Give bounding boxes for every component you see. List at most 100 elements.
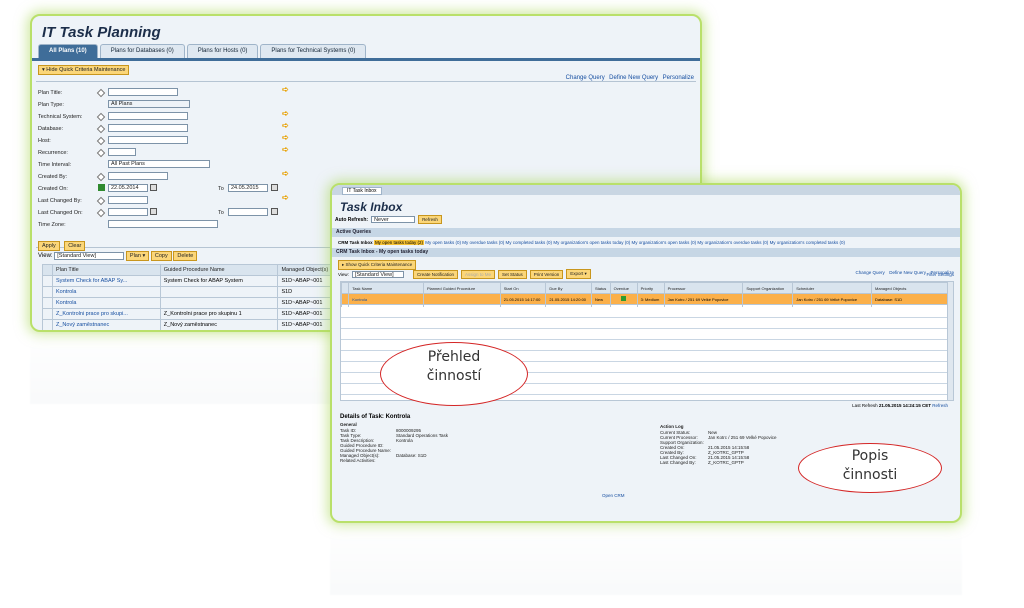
- time-interval-select[interactable]: All Past Plans: [108, 160, 210, 168]
- plan-title-link[interactable]: System Check for ABAP Sy...: [52, 275, 161, 287]
- created-on-from-input[interactable]: 22.05.2014: [108, 184, 148, 192]
- tab-databases[interactable]: Plans for Databases (0): [99, 44, 185, 58]
- col-status[interactable]: Status: [590, 282, 611, 294]
- delete-button[interactable]: Delete: [173, 251, 198, 261]
- row-selector[interactable]: [42, 275, 53, 287]
- col-processor[interactable]: Processor: [663, 282, 744, 294]
- tab-it-task-inbox[interactable]: IT Task Inbox: [342, 187, 382, 195]
- view-select[interactable]: [Standard View]: [351, 270, 404, 278]
- table-row[interactable]: Kontrola S1D: [42, 286, 352, 298]
- plan-title-link[interactable]: Kontrola: [52, 297, 161, 309]
- table-row[interactable]: Kontrola 21.05.2015 14:17:00 21.05.2015 …: [341, 293, 953, 305]
- table-row[interactable]: System Check for ABAP Sy... System Check…: [42, 275, 352, 287]
- clear-button[interactable]: Clear: [64, 241, 86, 251]
- calendar-icon[interactable]: [271, 208, 278, 215]
- set-status-button[interactable]: Set Status: [497, 269, 527, 279]
- tab-technical-systems[interactable]: Plans for Technical Systems (0): [260, 44, 367, 58]
- col-managed-objects[interactable]: Managed Objects: [871, 282, 953, 294]
- tab-all-plans[interactable]: All Plans (10): [38, 44, 98, 58]
- calendar-icon[interactable]: [271, 184, 278, 191]
- table-row[interactable]: Z_Kontrolni prace pro skupi... Z_Kontrol…: [42, 308, 352, 320]
- selection-icon[interactable]: [96, 196, 106, 206]
- table-row[interactable]: Z_Nový zaměstnanec Z_Nový zaměstnanec S1…: [42, 319, 352, 330]
- col-support-organization[interactable]: Support Organization: [742, 282, 794, 294]
- change-query-link[interactable]: Change Query: [566, 75, 605, 81]
- create-notification-button[interactable]: Create Notification: [412, 269, 458, 279]
- between-icon[interactable]: [98, 184, 105, 191]
- table-row[interactable]: Kontrola S1D~ABAP~001: [42, 297, 352, 309]
- refresh-button[interactable]: Refresh: [418, 215, 442, 224]
- select-all-cell[interactable]: [341, 282, 350, 294]
- apply-button[interactable]: Apply: [38, 241, 60, 251]
- query-open[interactable]: My open tasks (0): [425, 240, 461, 245]
- more-arrow-icon[interactable]: ➪: [282, 133, 289, 142]
- col-plan-title[interactable]: Plan Title: [52, 264, 161, 276]
- query-org-completed[interactable]: My organization's completed tasks (0): [770, 240, 845, 245]
- query-open-today[interactable]: My open tasks today (2): [373, 240, 424, 245]
- filter-settings-link[interactable]: Filter Settings: [926, 272, 954, 277]
- selection-icon[interactable]: [96, 88, 106, 98]
- col-due-by[interactable]: Due By: [545, 282, 592, 294]
- query-org-open[interactable]: My organization's open tasks (0): [632, 240, 697, 245]
- last-changed-by-input[interactable]: [108, 196, 148, 204]
- print-version-button[interactable]: Print Version: [529, 269, 564, 279]
- define-new-query-link[interactable]: Define New Query: [609, 75, 658, 81]
- calendar-icon[interactable]: [150, 208, 157, 215]
- plan-title-link[interactable]: Z_Kontrolni prace pro skupi...: [52, 308, 161, 320]
- more-arrow-icon[interactable]: ➪: [282, 85, 289, 94]
- last-changed-on-to-input[interactable]: [228, 208, 268, 216]
- created-by-input[interactable]: [108, 172, 168, 180]
- row-selector[interactable]: [341, 293, 350, 305]
- row-selector[interactable]: [42, 286, 53, 298]
- vertical-scrollbar[interactable]: [947, 282, 953, 400]
- col-guided-procedure[interactable]: Guided Procedure Name: [159, 264, 279, 276]
- selection-icon[interactable]: [96, 136, 106, 146]
- tab-hosts[interactable]: Plans for Hosts (0): [186, 44, 259, 58]
- col-priority[interactable]: Priority: [636, 282, 665, 294]
- task-name-link[interactable]: Kontrola: [348, 293, 424, 305]
- col-scheduler[interactable]: Scheduler: [792, 282, 873, 294]
- plan-title-input[interactable]: [108, 88, 178, 96]
- query-overdue[interactable]: My overdue tasks (0): [462, 240, 504, 245]
- selection-icon[interactable]: [96, 112, 106, 122]
- view-select[interactable]: [Standard View]: [54, 252, 125, 260]
- export-button[interactable]: Export ▾: [566, 269, 591, 279]
- selection-icon[interactable]: [96, 172, 106, 182]
- select-all-cell[interactable]: [42, 264, 53, 276]
- more-arrow-icon[interactable]: ➪: [282, 145, 289, 154]
- technical-system-input[interactable]: [108, 112, 188, 120]
- selection-icon[interactable]: [96, 208, 106, 218]
- more-arrow-icon[interactable]: ➪: [282, 121, 289, 130]
- copy-button[interactable]: Copy: [150, 251, 172, 261]
- col-task-name[interactable]: Task Name: [348, 282, 424, 294]
- last-changed-on-from-input[interactable]: [108, 208, 148, 216]
- row-selector[interactable]: [42, 297, 53, 309]
- database-input[interactable]: [108, 124, 188, 132]
- host-input[interactable]: [108, 136, 188, 144]
- more-arrow-icon[interactable]: ➪: [282, 169, 289, 178]
- refresh-link[interactable]: Refresh: [932, 403, 948, 408]
- more-arrow-icon[interactable]: ➪: [282, 193, 289, 202]
- row-selector[interactable]: [42, 319, 53, 330]
- auto-refresh-select[interactable]: Never: [371, 216, 416, 223]
- recurrence-input[interactable]: [108, 148, 136, 156]
- plan-button[interactable]: Plan ▾: [125, 251, 150, 261]
- col-planned-guided-procedure[interactable]: Planned Guided Procedure: [422, 282, 501, 294]
- assign-to-me-button[interactable]: Assign to Me: [460, 269, 495, 279]
- row-selector[interactable]: [42, 308, 53, 320]
- created-on-to-input[interactable]: 24.05.2015: [228, 184, 268, 192]
- selection-icon[interactable]: [96, 148, 106, 158]
- query-completed[interactable]: My completed tasks (0): [506, 240, 553, 245]
- time-zone-select[interactable]: [108, 220, 218, 228]
- personalize-link[interactable]: Personalize: [663, 75, 694, 81]
- query-org-open-today[interactable]: My organization's open tasks today (0): [553, 240, 630, 245]
- col-start-on[interactable]: Start On: [499, 282, 547, 294]
- hide-criteria-button[interactable]: ▾ Hide Quick Criteria Maintenance: [38, 65, 130, 75]
- col-overdue[interactable]: Overdue: [609, 282, 638, 294]
- more-arrow-icon[interactable]: ➪: [282, 109, 289, 118]
- plan-title-link[interactable]: Kontrola: [52, 286, 161, 298]
- open-crm-link[interactable]: Open CRM: [602, 493, 625, 498]
- query-org-overdue[interactable]: My organization's overdue tasks (0): [697, 240, 768, 245]
- plan-title-link[interactable]: Z_Nový zaměstnanec: [52, 319, 161, 330]
- selection-icon[interactable]: [96, 124, 106, 134]
